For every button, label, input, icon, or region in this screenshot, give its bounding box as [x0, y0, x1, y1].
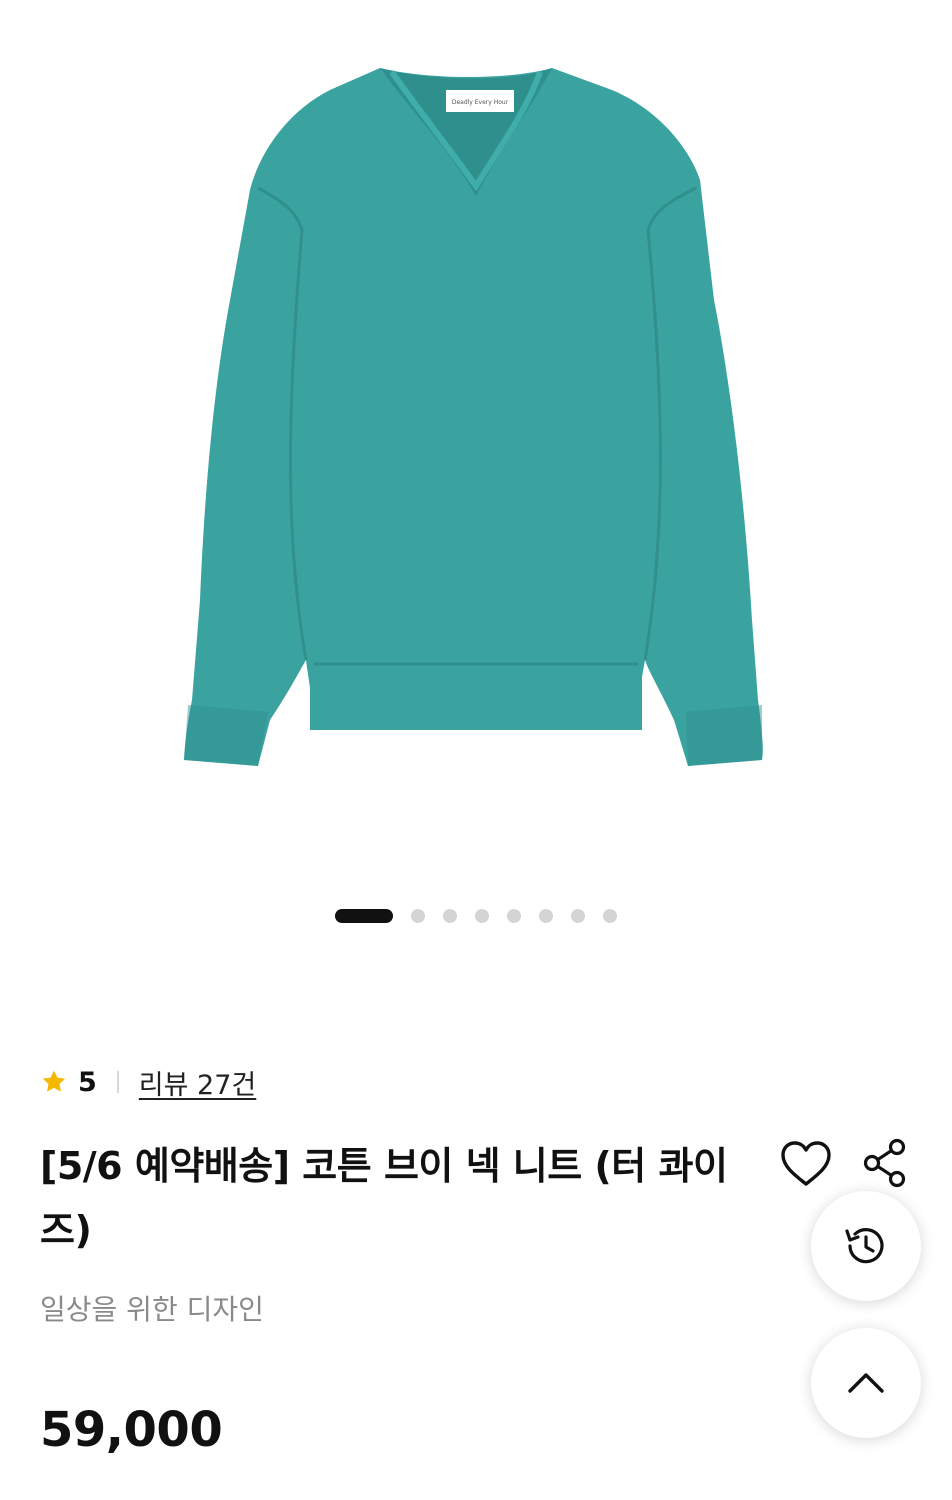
- pager-dot-6[interactable]: [539, 909, 553, 923]
- share-icon[interactable]: [862, 1138, 908, 1188]
- rating-summary: 5 리뷰 27건: [40, 1062, 256, 1102]
- rating-score: 5: [78, 1066, 97, 1098]
- heart-icon[interactable]: [778, 1136, 834, 1192]
- product-image: Deadly Every Hour: [184, 68, 763, 766]
- pager-dot-4[interactable]: [475, 909, 489, 923]
- product-image-gallery[interactable]: Deadly Every Hour: [0, 0, 952, 880]
- product-title: [5/6 예약배송] 코튼 브이 넥 니트 (터 콰이즈): [40, 1144, 728, 1252]
- reviews-link[interactable]: 리뷰 27건: [139, 1063, 256, 1102]
- garment-label-text: Deadly Every Hour: [452, 99, 509, 106]
- divider: [116, 1071, 119, 1093]
- scroll-to-top-button[interactable]: [811, 1328, 921, 1438]
- recent-history-button[interactable]: [811, 1191, 921, 1301]
- pager-dot-5[interactable]: [507, 909, 521, 923]
- chevron-up-icon: [848, 1373, 884, 1393]
- pager-dot-8[interactable]: [603, 909, 617, 923]
- pager-dot-3[interactable]: [443, 909, 457, 923]
- star-icon: [42, 1070, 66, 1092]
- pager-dot-2[interactable]: [411, 909, 425, 923]
- product-subtitle: 일상을 위한 디자인: [40, 1293, 264, 1326]
- image-pager[interactable]: [0, 908, 952, 924]
- pager-dot-1[interactable]: [335, 909, 393, 923]
- history-icon: [845, 1228, 884, 1264]
- product-price: 59,000: [40, 1402, 223, 1458]
- pager-dot-7[interactable]: [571, 909, 585, 923]
